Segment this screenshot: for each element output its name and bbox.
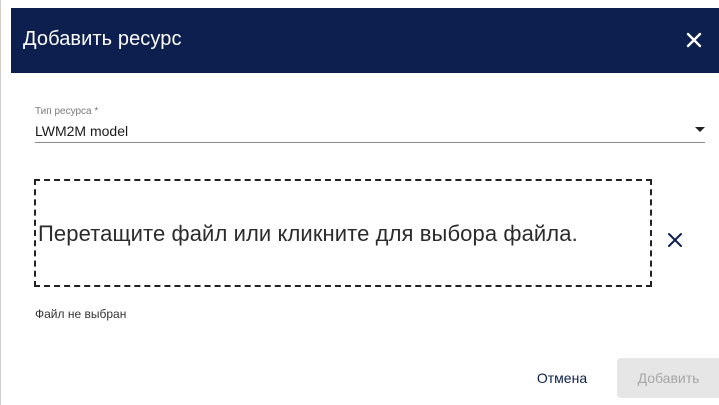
resource-type-select[interactable]: Тип ресурса * LWM2M model [35,106,705,143]
clear-file-button[interactable] [665,230,685,250]
clear-icon [668,233,682,247]
add-button[interactable]: Добавить [617,358,719,398]
dialog-title: Добавить ресурс [23,28,182,50]
resource-type-value: LWM2M model [35,123,129,139]
file-status-text: Файл не выбран [35,307,127,321]
cancel-button[interactable]: Отмена [523,360,601,396]
close-icon [686,32,702,48]
add-resource-dialog: Добавить ресурс Тип ресурса * LWM2M mode… [0,0,719,405]
file-dropzone[interactable]: Перетащите файл или кликните для выбора … [34,179,652,287]
close-button[interactable] [682,28,706,52]
dropzone-text: Перетащите файл или кликните для выбора … [38,221,578,246]
dropdown-arrow-icon [695,127,705,132]
dialog-header: Добавить ресурс [11,8,719,73]
resource-type-label: Тип ресурса * [35,106,99,117]
